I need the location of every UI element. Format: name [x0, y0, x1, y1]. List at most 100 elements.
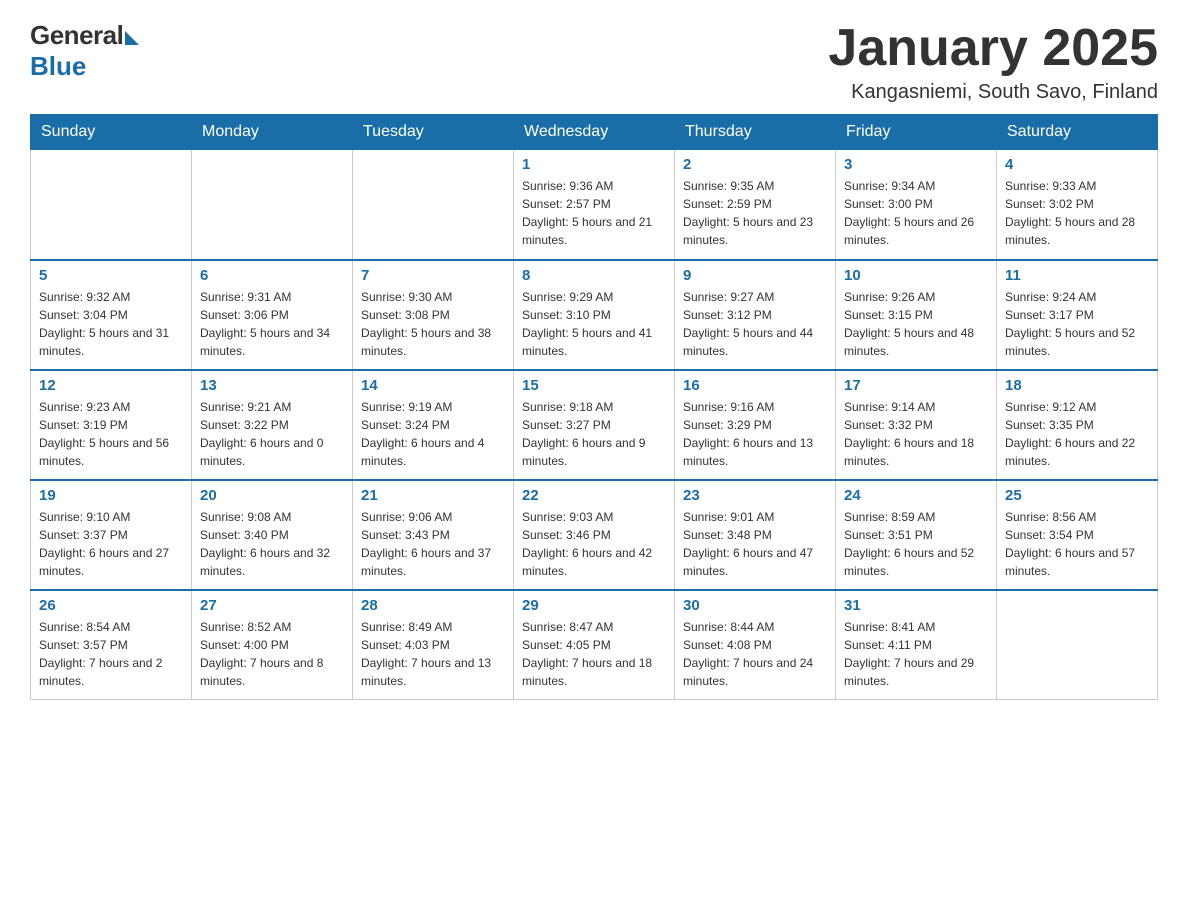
day-info: Sunrise: 9:26 AM Sunset: 3:15 PM Dayligh…	[844, 288, 988, 360]
weekday-header-wednesday: Wednesday	[514, 115, 675, 150]
calendar-cell: 25 Sunrise: 8:56 AM Sunset: 3:54 PM Dayli…	[997, 480, 1158, 590]
calendar-cell: 13Sunrise: 9:21 AM Sunset: 3:22 PM Dayli…	[192, 370, 353, 480]
calendar-cell: 4Sunrise: 9:33 AM Sunset: 3:02 PM Daylig…	[997, 150, 1158, 260]
calendar-cell: 21 Sunrise: 9:06 AM Sunset: 3:43 PM Dayli…	[353, 480, 514, 590]
day-info: Sunrise: 8:47 AM Sunset: 4:05 PM Dayligh…	[522, 618, 666, 690]
month-title: January 2025	[828, 20, 1158, 77]
calendar-cell: 8 Sunrise: 9:29 AM Sunset: 3:10 PM Daylig…	[514, 260, 675, 370]
day-number: 9	[683, 267, 827, 284]
calendar-cell: 26 Sunrise: 8:54 AM Sunset: 3:57 PM Dayli…	[31, 590, 192, 700]
day-number: 17	[844, 377, 988, 394]
weekday-header-tuesday: Tuesday	[353, 115, 514, 150]
calendar-cell: 19Sunrise: 9:10 AM Sunset: 3:37 PM Dayli…	[31, 480, 192, 590]
weekday-header-saturday: Saturday	[997, 115, 1158, 150]
logo-triangle-icon	[125, 31, 139, 45]
day-number: 5	[39, 267, 183, 284]
day-info: Sunrise: 9:01 AM Sunset: 3:48 PM Dayligh…	[683, 508, 827, 580]
day-number: 6	[200, 267, 344, 284]
day-number: 4	[1005, 156, 1149, 173]
day-info: Sunrise: 9:27 AM Sunset: 3:12 PM Dayligh…	[683, 288, 827, 360]
day-number: 31	[844, 597, 988, 614]
day-info: Sunrise: 9:29 AM Sunset: 3:10 PM Dayligh…	[522, 288, 666, 360]
day-info: Sunrise: 9:03 AM Sunset: 3:46 PM Dayligh…	[522, 508, 666, 580]
day-info: Sunrise: 9:08 AM Sunset: 3:40 PM Dayligh…	[200, 508, 344, 580]
day-info: Sunrise: 8:49 AM Sunset: 4:03 PM Dayligh…	[361, 618, 505, 690]
day-info: Sunrise: 9:32 AM Sunset: 3:04 PM Dayligh…	[39, 288, 183, 360]
day-info: Sunrise: 9:30 AM Sunset: 3:08 PM Dayligh…	[361, 288, 505, 360]
calendar-week-row: 1Sunrise: 9:36 AM Sunset: 2:57 PM Daylig…	[31, 150, 1158, 260]
calendar-week-row: 12Sunrise: 9:23 AM Sunset: 3:19 PM Dayli…	[31, 370, 1158, 480]
day-number: 29	[522, 597, 666, 614]
location-text: Kangasniemi, South Savo, Finland	[828, 81, 1158, 104]
weekday-header-friday: Friday	[836, 115, 997, 150]
day-number: 15	[522, 377, 666, 394]
day-number: 16	[683, 377, 827, 394]
day-number: 18	[1005, 377, 1149, 394]
day-number: 7	[361, 267, 505, 284]
day-info: Sunrise: 9:23 AM Sunset: 3:19 PM Dayligh…	[39, 398, 183, 470]
day-info: Sunrise: 8:59 AM Sunset: 3:51 PM Dayligh…	[844, 508, 988, 580]
calendar-cell: 23 Sunrise: 9:01 AM Sunset: 3:48 PM Dayli…	[675, 480, 836, 590]
day-number: 20	[200, 487, 344, 504]
day-info: Sunrise: 8:44 AM Sunset: 4:08 PM Dayligh…	[683, 618, 827, 690]
calendar-cell: 31 Sunrise: 8:41 AM Sunset: 4:11 PM Dayli…	[836, 590, 997, 700]
day-info: Sunrise: 9:34 AM Sunset: 3:00 PM Dayligh…	[844, 177, 988, 249]
day-info: Sunrise: 8:54 AM Sunset: 3:57 PM Dayligh…	[39, 618, 183, 690]
calendar-cell: 7 Sunrise: 9:30 AM Sunset: 3:08 PM Daylig…	[353, 260, 514, 370]
calendar-cell	[192, 150, 353, 260]
day-number: 24	[844, 487, 988, 504]
day-info: Sunrise: 9:18 AM Sunset: 3:27 PM Dayligh…	[522, 398, 666, 470]
day-number: 22	[522, 487, 666, 504]
calendar-week-row: 5 Sunrise: 9:32 AM Sunset: 3:04 PM Daylig…	[31, 260, 1158, 370]
calendar-cell	[353, 150, 514, 260]
calendar-cell: 20 Sunrise: 9:08 AM Sunset: 3:40 PM Dayli…	[192, 480, 353, 590]
day-number: 28	[361, 597, 505, 614]
day-info: Sunrise: 8:56 AM Sunset: 3:54 PM Dayligh…	[1005, 508, 1149, 580]
day-info: Sunrise: 9:06 AM Sunset: 3:43 PM Dayligh…	[361, 508, 505, 580]
day-info: Sunrise: 9:10 AM Sunset: 3:37 PM Dayligh…	[39, 508, 183, 580]
calendar-cell: 14 Sunrise: 9:19 AM Sunset: 3:24 PM Dayli…	[353, 370, 514, 480]
day-info: Sunrise: 9:31 AM Sunset: 3:06 PM Dayligh…	[200, 288, 344, 360]
logo: General Blue	[30, 20, 139, 82]
day-info: Sunrise: 8:41 AM Sunset: 4:11 PM Dayligh…	[844, 618, 988, 690]
page-header: General Blue January 2025 Kangasniemi, S…	[30, 20, 1158, 104]
day-number: 27	[200, 597, 344, 614]
day-number: 23	[683, 487, 827, 504]
day-info: Sunrise: 9:35 AM Sunset: 2:59 PM Dayligh…	[683, 177, 827, 249]
calendar-cell: 3 Sunrise: 9:34 AM Sunset: 3:00 PM Daylig…	[836, 150, 997, 260]
weekday-header-monday: Monday	[192, 115, 353, 150]
day-info: Sunrise: 9:36 AM Sunset: 2:57 PM Dayligh…	[522, 177, 666, 249]
calendar-cell	[31, 150, 192, 260]
day-number: 21	[361, 487, 505, 504]
day-info: Sunrise: 9:24 AM Sunset: 3:17 PM Dayligh…	[1005, 288, 1149, 360]
weekday-header-sunday: Sunday	[31, 115, 192, 150]
calendar-cell: 11Sunrise: 9:24 AM Sunset: 3:17 PM Dayli…	[997, 260, 1158, 370]
day-info: Sunrise: 9:21 AM Sunset: 3:22 PM Dayligh…	[200, 398, 344, 470]
day-number: 3	[844, 156, 988, 173]
logo-blue-text: Blue	[30, 51, 86, 82]
calendar-week-row: 26 Sunrise: 8:54 AM Sunset: 3:57 PM Dayli…	[31, 590, 1158, 700]
day-number: 25	[1005, 487, 1149, 504]
day-info: Sunrise: 9:14 AM Sunset: 3:32 PM Dayligh…	[844, 398, 988, 470]
day-number: 10	[844, 267, 988, 284]
day-info: Sunrise: 9:19 AM Sunset: 3:24 PM Dayligh…	[361, 398, 505, 470]
calendar-cell: 17 Sunrise: 9:14 AM Sunset: 3:32 PM Dayli…	[836, 370, 997, 480]
day-number: 2	[683, 156, 827, 173]
day-number: 8	[522, 267, 666, 284]
calendar-cell: 10 Sunrise: 9:26 AM Sunset: 3:15 PM Dayli…	[836, 260, 997, 370]
calendar-cell: 12Sunrise: 9:23 AM Sunset: 3:19 PM Dayli…	[31, 370, 192, 480]
day-number: 30	[683, 597, 827, 614]
day-number: 14	[361, 377, 505, 394]
calendar-cell: 5 Sunrise: 9:32 AM Sunset: 3:04 PM Daylig…	[31, 260, 192, 370]
calendar-cell	[997, 590, 1158, 700]
calendar-cell: 28 Sunrise: 8:49 AM Sunset: 4:03 PM Dayli…	[353, 590, 514, 700]
day-info: Sunrise: 9:12 AM Sunset: 3:35 PM Dayligh…	[1005, 398, 1149, 470]
calendar-cell: 2 Sunrise: 9:35 AM Sunset: 2:59 PM Daylig…	[675, 150, 836, 260]
day-number: 26	[39, 597, 183, 614]
day-info: Sunrise: 8:52 AM Sunset: 4:00 PM Dayligh…	[200, 618, 344, 690]
calendar-cell: 9 Sunrise: 9:27 AM Sunset: 3:12 PM Daylig…	[675, 260, 836, 370]
calendar-week-row: 19Sunrise: 9:10 AM Sunset: 3:37 PM Dayli…	[31, 480, 1158, 590]
weekday-header-thursday: Thursday	[675, 115, 836, 150]
calendar-cell: 24 Sunrise: 8:59 AM Sunset: 3:51 PM Dayli…	[836, 480, 997, 590]
calendar-cell: 1Sunrise: 9:36 AM Sunset: 2:57 PM Daylig…	[514, 150, 675, 260]
